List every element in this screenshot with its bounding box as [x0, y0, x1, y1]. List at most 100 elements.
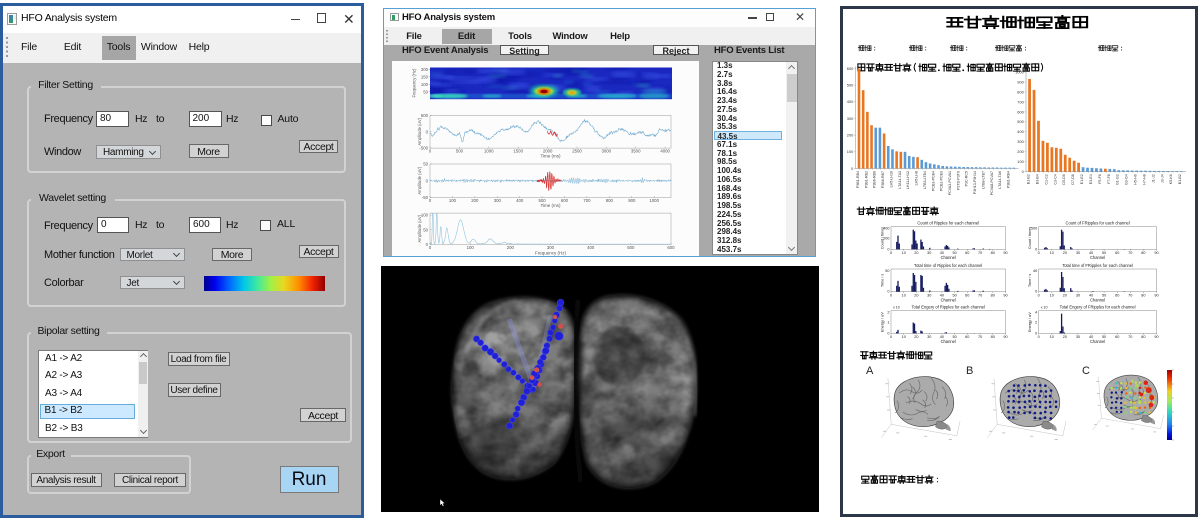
svg-text:0: 0 [429, 148, 432, 153]
svg-text:0: 0 [851, 166, 854, 171]
svg-text:80: 80 [991, 251, 995, 255]
svg-text:0: 0 [429, 245, 432, 250]
svg-text:400: 400 [516, 198, 524, 203]
svg-text:500: 500 [456, 148, 464, 153]
svg-text:C1-C2: C1-C2 [1044, 174, 1048, 184]
svg-text:70: 70 [978, 293, 982, 297]
svg-text:10: 10 [902, 251, 906, 255]
svg-text:20: 20 [1063, 293, 1067, 297]
svg-text:700: 700 [1017, 99, 1024, 104]
svg-text:500: 500 [421, 113, 429, 118]
svg-text:0: 0 [1035, 247, 1037, 251]
svg-text:50: 50 [885, 269, 889, 273]
svg-text:A: A [866, 365, 874, 377]
svg-text:B3-B4: B3-B4 [1036, 174, 1040, 184]
svg-text:50: 50 [423, 161, 428, 166]
svg-text:1000: 1000 [484, 148, 494, 153]
svg-text:Energy / uV: Energy / uV [1028, 312, 1032, 332]
svg-text:Time / s: Time / s [1028, 274, 1032, 287]
svg-text:H5-H6: H5-H6 [1134, 174, 1138, 184]
svg-text:F5-F6: F5-F6 [1098, 174, 1102, 184]
svg-text:10: 10 [1050, 293, 1054, 297]
svg-text:600: 600 [561, 198, 569, 203]
svg-text:20: 20 [1063, 251, 1067, 255]
svg-text:Time / s: Time / s [881, 274, 885, 287]
svg-text:Energy / uV: Energy / uV [881, 312, 885, 332]
svg-text:P3H13-P3H14: P3H13-P3H14 [973, 171, 977, 194]
svg-text:70: 70 [978, 251, 982, 255]
svg-text:4: 4 [1035, 311, 1037, 315]
svg-text:Channel: Channel [1090, 297, 1105, 302]
svg-text:2500: 2500 [572, 148, 582, 153]
svg-text:50: 50 [423, 227, 428, 232]
svg-text:Amplitude (uV): Amplitude (uV) [417, 214, 422, 242]
svg-text:P3TD-P3T6: P3TD-P3T6 [956, 171, 960, 190]
svg-text:0: 0 [887, 290, 889, 294]
svg-text:PCB3-PCB4: PCB3-PCB4 [931, 171, 935, 191]
svg-text:P3B1-RB2: P3B1-RB2 [864, 171, 868, 188]
svg-text:3000: 3000 [602, 148, 612, 153]
svg-text:Channel: Channel [1090, 339, 1105, 344]
svg-text:C3-C4: C3-C4 [1053, 174, 1057, 184]
svg-text:500: 500 [847, 83, 854, 88]
svg-text:60: 60 [1115, 335, 1119, 339]
svg-text:60: 60 [1115, 251, 1119, 255]
svg-text:90: 90 [1154, 293, 1158, 297]
svg-text:Amplitude (uV): Amplitude (uV) [417, 166, 422, 194]
svg-text:Time (ms): Time (ms) [540, 203, 561, 208]
svg-text:300: 300 [547, 245, 555, 250]
svg-text:200: 200 [471, 198, 479, 203]
svg-text:10: 10 [1050, 335, 1054, 339]
svg-text:500: 500 [1017, 119, 1024, 124]
svg-text:80: 80 [1141, 293, 1145, 297]
svg-text:H7-H8: H7-H8 [1142, 174, 1146, 184]
svg-text:30: 30 [927, 335, 931, 339]
svg-text:10: 10 [902, 293, 906, 297]
svg-text:E3-E4: E3-E4 [1089, 174, 1093, 184]
svg-text:2: 2 [887, 311, 889, 315]
svg-text:70: 70 [1128, 335, 1132, 339]
svg-text:60: 60 [965, 335, 969, 339]
svg-text:x 10: x 10 [1041, 306, 1048, 310]
svg-text:D7-D8: D7-D8 [1071, 174, 1075, 184]
svg-text:Count / times: Count / times [1028, 227, 1032, 249]
svg-text:Total Engery of Ripples for ea: Total Engery of Ripples for each channel [911, 305, 985, 310]
svg-text:P3B1-RB4: P3B1-RB4 [856, 171, 860, 188]
svg-text:PCB2-PCB3: PCB2-PCB3 [940, 171, 944, 191]
svg-text:90: 90 [1003, 335, 1007, 339]
svg-text:1000: 1000 [649, 198, 659, 203]
svg-text:400: 400 [847, 99, 854, 104]
svg-text:100: 100 [1017, 159, 1024, 164]
svg-text:LTB8-LTB7: LTB8-LTB7 [982, 171, 986, 189]
svg-text:30: 30 [1076, 293, 1080, 297]
svg-text:0: 0 [1038, 335, 1040, 339]
svg-text:80: 80 [1141, 251, 1145, 255]
svg-text:200: 200 [847, 133, 854, 138]
svg-text:200: 200 [421, 66, 429, 71]
svg-text:P3B6-RB6: P3B6-RB6 [873, 171, 877, 188]
svg-text:200: 200 [1017, 149, 1024, 154]
svg-text:400: 400 [587, 245, 595, 250]
svg-text:Count of Ripples for each chan: Count of Ripples for each channel [917, 221, 979, 226]
svg-text:0: 0 [1035, 331, 1037, 335]
svg-text:F7-F8: F7-F8 [1107, 174, 1111, 184]
svg-text:Channel: Channel [1090, 255, 1105, 260]
svg-text:900: 900 [628, 198, 636, 203]
svg-text:Channel: Channel [941, 339, 956, 344]
svg-text:Time (ms): Time (ms) [540, 153, 561, 158]
svg-text:500: 500 [627, 245, 635, 250]
svg-text:800: 800 [1017, 89, 1024, 94]
svg-text:D5-D6: D5-D6 [1062, 174, 1066, 184]
svg-text:0: 0 [887, 247, 889, 251]
svg-text:10: 10 [902, 335, 906, 339]
svg-text:70: 70 [1128, 251, 1132, 255]
svg-text:400: 400 [1017, 129, 1024, 134]
svg-text:90: 90 [1003, 251, 1007, 255]
svg-text:1000: 1000 [1015, 69, 1024, 74]
svg-text:Frequency (Hz): Frequency (Hz) [412, 67, 417, 96]
svg-text:30: 30 [1076, 335, 1080, 339]
svg-text:PCVA3-PCVA1: PCVA3-PCVA1 [948, 171, 952, 195]
svg-text:0: 0 [890, 251, 892, 255]
svg-text:LH5-LH10: LH5-LH10 [889, 171, 893, 187]
svg-text:30: 30 [1076, 251, 1080, 255]
